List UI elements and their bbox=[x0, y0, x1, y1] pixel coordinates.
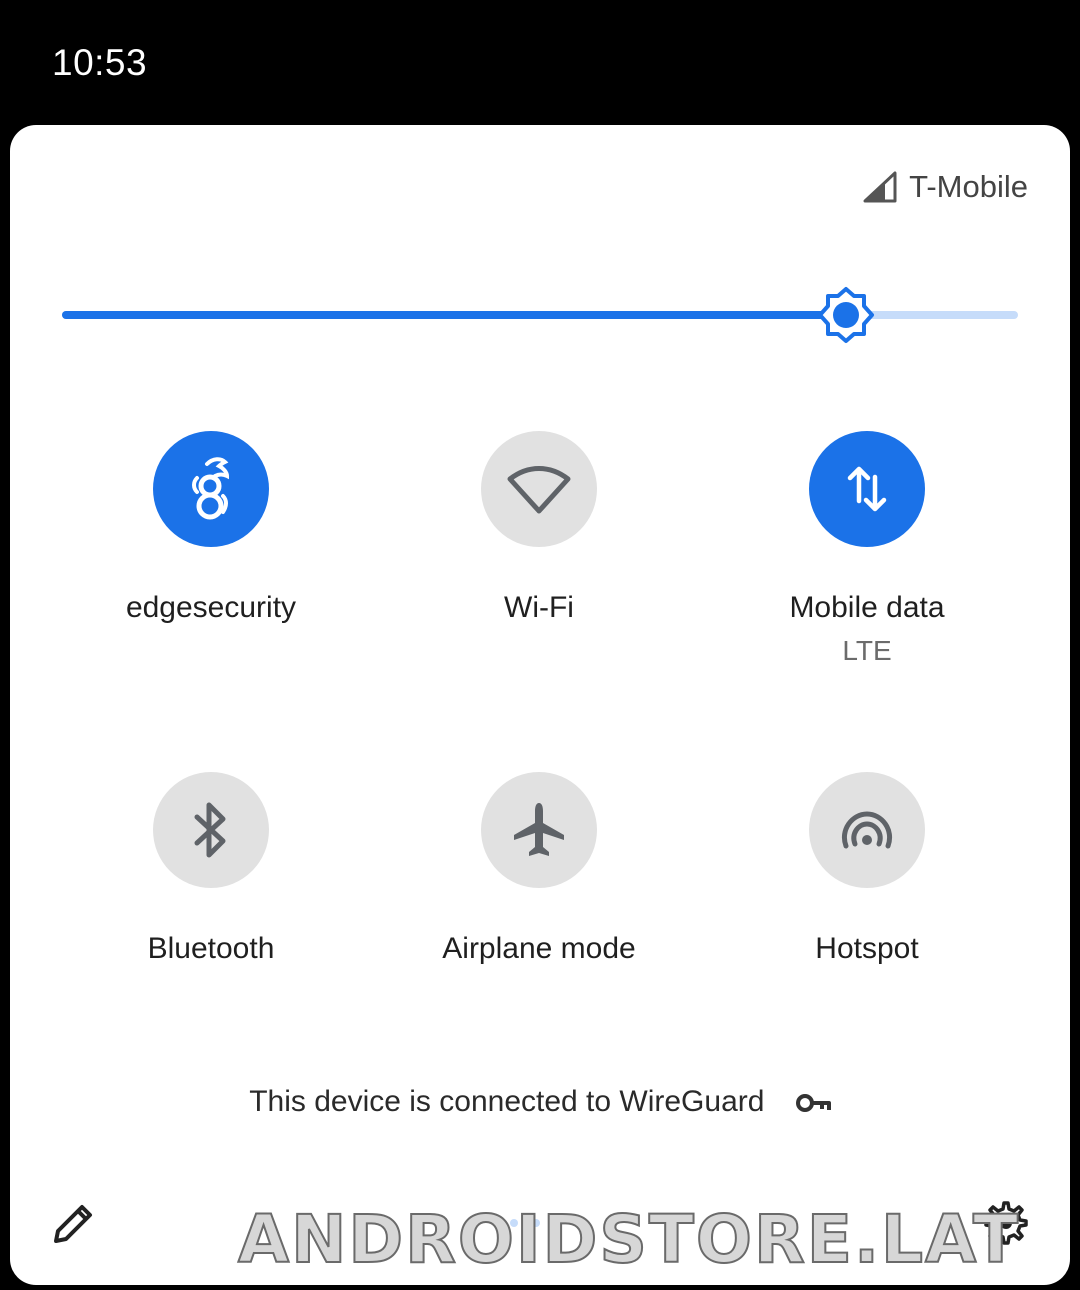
tile-mobile-data-label: Mobile data bbox=[789, 591, 945, 624]
tile-hotspot-label: Hotspot bbox=[815, 932, 919, 965]
hotspot-icon bbox=[842, 811, 892, 849]
quick-settings-panel: T-Mobile edgesecurity Wi-Fi Mobile data … bbox=[10, 125, 1070, 1285]
tile-hotspot[interactable]: Hotspot bbox=[717, 772, 1017, 966]
key-icon bbox=[795, 1094, 831, 1113]
pencil-icon bbox=[54, 1205, 92, 1243]
tile-wifi-toggle[interactable] bbox=[481, 431, 597, 547]
edit-button[interactable] bbox=[50, 1199, 98, 1247]
tile-edgesecurity-toggle[interactable] bbox=[153, 431, 269, 547]
tile-airplane-mode-label: Airplane mode bbox=[442, 932, 636, 965]
brightness-slider[interactable] bbox=[62, 285, 1018, 345]
carrier-info: T-Mobile bbox=[863, 169, 1028, 205]
brightness-sun-icon bbox=[817, 287, 874, 343]
tile-edgesecurity-label: edgesecurity bbox=[125, 591, 297, 624]
tile-airplane-mode[interactable]: Airplane mode bbox=[389, 772, 689, 966]
status-bar: 10:53 bbox=[0, 0, 1080, 125]
wireguard-icon bbox=[192, 457, 230, 520]
tile-wifi[interactable]: Wi-Fi bbox=[389, 431, 689, 625]
tile-mobile-data-toggle[interactable] bbox=[809, 431, 925, 547]
tile-mobile-data-sublabel: LTE bbox=[842, 635, 892, 666]
bluetooth-icon bbox=[194, 802, 226, 858]
airplane-icon bbox=[514, 803, 564, 856]
tile-bluetooth[interactable]: Bluetooth bbox=[61, 772, 361, 966]
brightness-track-fill bbox=[62, 311, 846, 319]
carrier-name: T-Mobile bbox=[909, 169, 1028, 204]
tile-mobile-data[interactable]: Mobile data LTE bbox=[717, 431, 1017, 667]
brightness-thumb[interactable] bbox=[817, 286, 875, 344]
watermark: ANDROIDSTORE.LAT bbox=[237, 1200, 1021, 1279]
signal-icon bbox=[863, 171, 897, 203]
tile-bluetooth-toggle[interactable] bbox=[153, 772, 269, 888]
tile-bluetooth-label: Bluetooth bbox=[147, 932, 275, 965]
vpn-status-message[interactable]: This device is connected to WireGuard bbox=[10, 1085, 1070, 1119]
tile-edgesecurity[interactable]: edgesecurity bbox=[61, 431, 361, 625]
clock: 10:53 bbox=[52, 42, 148, 83]
tile-hotspot-toggle[interactable] bbox=[809, 772, 925, 888]
wifi-icon bbox=[507, 466, 571, 514]
mobile-data-icon bbox=[847, 466, 887, 512]
vpn-status-text: This device is connected to WireGuard bbox=[249, 1085, 765, 1118]
tile-airplane-mode-toggle[interactable] bbox=[481, 772, 597, 888]
tile-wifi-label: Wi-Fi bbox=[504, 591, 574, 624]
